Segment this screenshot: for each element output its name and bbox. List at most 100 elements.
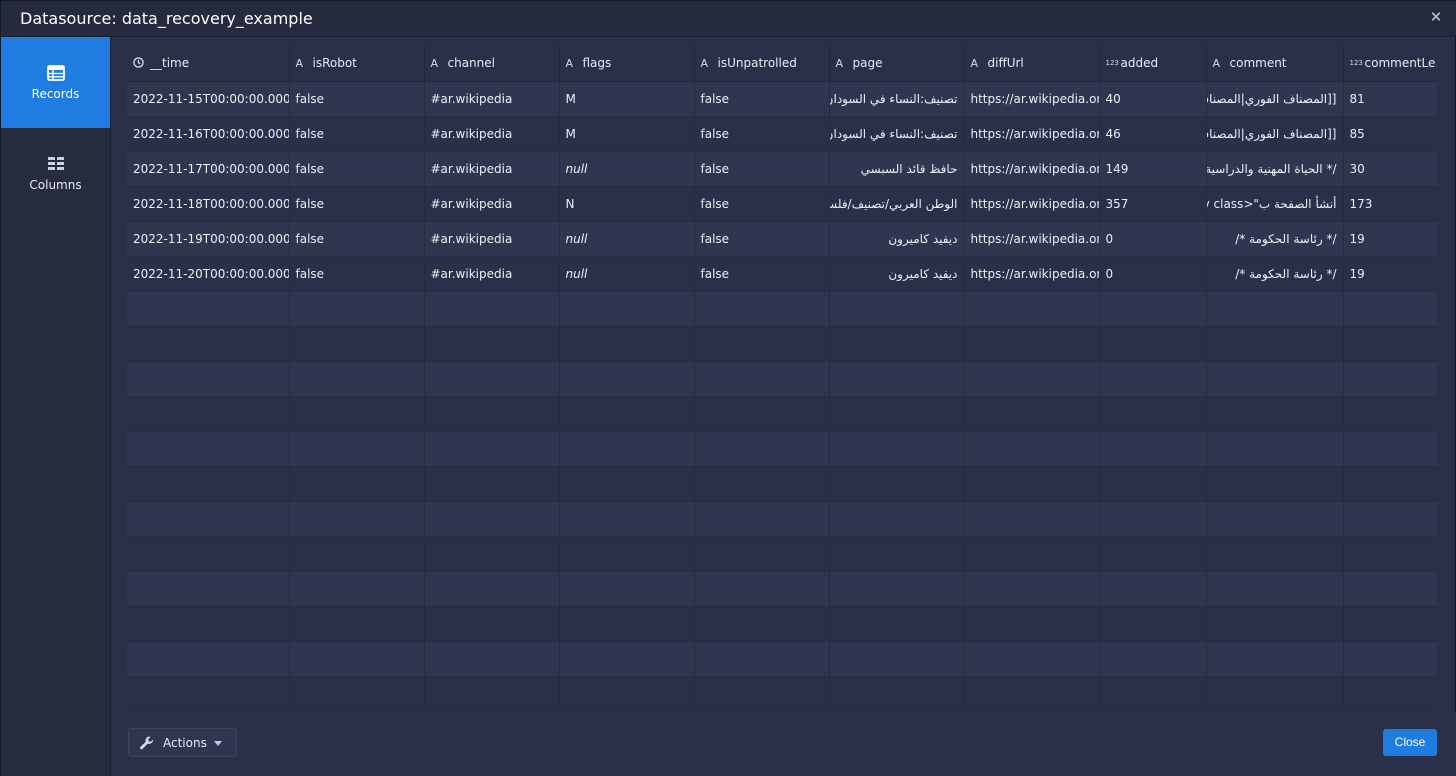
column-header-4[interactable]: AisUnpatrolled: [694, 45, 830, 82]
empty-cell: [1343, 396, 1437, 432]
table-cell: #ar.wikipedia: [424, 256, 560, 292]
column-header-6[interactable]: AdiffUrl: [964, 45, 1100, 82]
empty-cell: [424, 676, 560, 712]
empty-cell: [424, 431, 560, 467]
empty-cell: [829, 431, 965, 467]
table-cell: false: [289, 256, 425, 292]
empty-cell: [424, 466, 560, 502]
actions-button[interactable]: Actions: [128, 728, 237, 757]
column-header-label: __time: [150, 55, 190, 70]
empty-cell: [1099, 606, 1207, 642]
empty-cell: [424, 501, 560, 537]
empty-cell: [694, 641, 830, 677]
empty-cell: [1099, 326, 1207, 362]
empty-cell: [964, 361, 1100, 397]
column-header-label: added: [1120, 55, 1159, 70]
empty-cell: [694, 326, 830, 362]
caret-down-icon: [214, 741, 222, 746]
actions-button-label: Actions: [163, 736, 207, 750]
empty-cell: [1206, 361, 1344, 397]
empty-cell: [694, 571, 830, 607]
column-header-8[interactable]: Acomment: [1206, 45, 1344, 82]
empty-cell: [964, 466, 1100, 502]
dialog-footer: Actions Close: [111, 713, 1456, 776]
sidebar-item-records[interactable]: Records: [1, 37, 110, 128]
table-row[interactable]: 2022-11-18T00:00:00.000Z false #ar.wikiped…: [127, 186, 1437, 222]
table-cell: 2022-11-15T00:00:00.000Z: [127, 81, 290, 117]
records-table-container[interactable]: __time AisRobot Achannel Aflags AisUnpatroll…: [127, 45, 1437, 713]
table-cell: 0: [1099, 221, 1207, 257]
string-icon: A: [565, 56, 574, 70]
empty-cell: [559, 571, 695, 607]
sidebar: Records Columns: [1, 37, 111, 776]
column-header-label: comment: [1229, 55, 1287, 70]
table-row[interactable]: 2022-11-20T00:00:00.000Z false #ar.wikiped…: [127, 256, 1437, 292]
table-cell: false: [289, 116, 425, 152]
table-row[interactable]: 2022-11-16T00:00:00.000Z false #ar.wikiped…: [127, 116, 1437, 152]
table-cell: 2022-11-19T00:00:00.000Z: [127, 221, 290, 257]
table-cell: #ar.wikipedia: [424, 151, 560, 187]
column-header-label: diffUrl: [987, 55, 1024, 70]
table-cell: 149: [1099, 151, 1207, 187]
table-cell: أنشأ الصفحة ب"<div class=: [1206, 186, 1344, 222]
column-header-0[interactable]: __time: [127, 45, 290, 82]
table-cell: null: [559, 151, 695, 187]
empty-cell: [127, 466, 290, 502]
column-header-9[interactable]: 123commentLe…: [1343, 45, 1438, 82]
column-header-label: isUnpatrolled: [717, 55, 797, 70]
empty-cell: [127, 396, 290, 432]
empty-cell: [289, 536, 425, 572]
column-header-label: commentLe…: [1364, 55, 1438, 70]
empty-cell: [829, 396, 965, 432]
empty-cell: [424, 361, 560, 397]
empty-cell: [289, 501, 425, 537]
empty-cell: [694, 361, 830, 397]
column-header-7[interactable]: 123 added: [1099, 45, 1207, 82]
empty-row: [127, 291, 1437, 327]
table-cell: false: [694, 221, 830, 257]
table-cell: تصنيف:النساء في السودان: [829, 81, 965, 117]
column-header-1[interactable]: AisRobot: [289, 45, 425, 82]
empty-cell: [1343, 326, 1437, 362]
table-row[interactable]: 2022-11-15T00:00:00.000Z false #ar.wikiped…: [127, 81, 1437, 117]
empty-cell: [1206, 431, 1344, 467]
empty-cell: [1099, 466, 1207, 502]
close-icon[interactable]: ✕: [1429, 9, 1443, 25]
empty-cell: [559, 291, 695, 327]
empty-cell: [964, 641, 1100, 677]
table-cell: تصنيف:النساء في السودان: [829, 116, 965, 152]
empty-cell: [964, 571, 1100, 607]
column-header-2[interactable]: Achannel: [424, 45, 560, 82]
empty-cell: [1343, 676, 1437, 712]
empty-cell: [694, 396, 830, 432]
sidebar-item-columns[interactable]: Columns: [1, 128, 110, 219]
empty-row: [127, 571, 1437, 607]
empty-cell: [1343, 466, 1437, 502]
empty-cell: [964, 676, 1100, 712]
column-header-label: flags: [582, 55, 612, 70]
empty-cell: [424, 536, 560, 572]
table-cell: false: [289, 81, 425, 117]
close-button[interactable]: Close: [1383, 729, 1437, 756]
sidebar-item-label: Records: [31, 87, 80, 101]
table-row[interactable]: 2022-11-19T00:00:00.000Z false #ar.wikiped…: [127, 221, 1437, 257]
empty-cell: [829, 571, 965, 607]
table-cell: https://ar.wikipedia.org/: [964, 116, 1100, 152]
empty-cell: [1099, 641, 1207, 677]
column-header-5[interactable]: Apage: [829, 45, 965, 82]
table-cell: 85: [1343, 116, 1437, 152]
table-cell: [[المصناف الفوري|المصناف الفوري]]: [1206, 116, 1344, 152]
empty-cell: [559, 431, 695, 467]
empty-cell: [559, 641, 695, 677]
table-cell: https://ar.wikipedia.org/: [964, 256, 1100, 292]
table-row[interactable]: 2022-11-17T00:00:00.000Z false #ar.wikiped…: [127, 151, 1437, 187]
empty-cell: [127, 536, 290, 572]
table-cell: 0: [1099, 256, 1207, 292]
empty-cell: [127, 326, 290, 362]
empty-cell: [1206, 536, 1344, 572]
string-icon: A: [700, 56, 709, 70]
string-icon: A: [1212, 56, 1221, 70]
empty-cell: [424, 396, 560, 432]
column-header-3[interactable]: Aflags: [559, 45, 695, 82]
empty-cell: [1099, 396, 1207, 432]
